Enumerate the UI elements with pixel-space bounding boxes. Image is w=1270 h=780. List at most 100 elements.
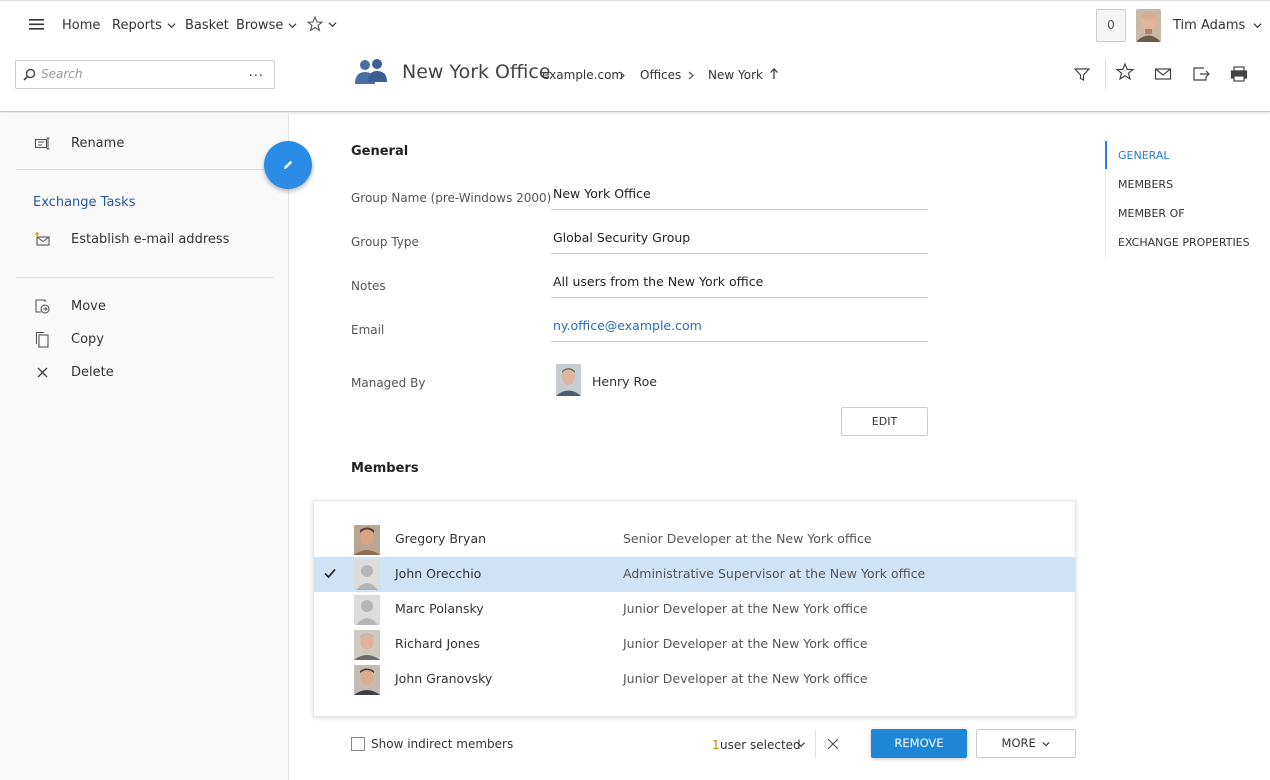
delete-action[interactable]: Delete — [0, 357, 289, 387]
search-options-button[interactable]: ... — [249, 65, 264, 80]
more-button-label: MORE — [1001, 736, 1036, 750]
user-name: Tim Adams — [1173, 18, 1246, 33]
field-label: Group Name (pre-Windows 2000) — [351, 191, 552, 205]
breadcrumb-item[interactable]: New York — [708, 68, 763, 82]
move-label: Move — [71, 298, 106, 314]
copy-label: Copy — [71, 331, 104, 347]
section-nav-members[interactable]: MEMBERS — [1118, 178, 1173, 191]
members-heading: Members — [351, 461, 419, 476]
remove-button[interactable]: REMOVE — [871, 729, 967, 758]
group-type-field: Global Security Group — [551, 230, 928, 254]
nav-home[interactable]: Home — [62, 18, 100, 33]
nav-browse-label: Browse — [236, 18, 284, 33]
filter-icon[interactable] — [1072, 64, 1092, 84]
nav-reports[interactable]: Reports — [112, 18, 176, 33]
selected-count: 1 — [712, 738, 720, 752]
rename-action[interactable]: Rename — [0, 128, 289, 158]
member-name: John Orecchio — [395, 566, 482, 581]
divider — [16, 169, 273, 170]
manager-avatar[interactable] — [556, 364, 581, 396]
table-row[interactable]: John Granovsky Junior Developer at the N… — [314, 662, 1075, 697]
delete-label: Delete — [71, 364, 114, 380]
search-icon — [23, 68, 36, 81]
checkmark-icon — [324, 568, 336, 579]
chevron-down-icon[interactable] — [796, 740, 806, 749]
members-list: Gregory Bryan Senior Developer at the Ne… — [313, 500, 1076, 717]
member-avatar — [354, 560, 380, 590]
move-icon — [35, 299, 50, 314]
exchange-tasks-heading: Exchange Tasks — [33, 195, 136, 210]
chevron-down-icon — [1042, 741, 1051, 746]
nav-favorites[interactable] — [307, 16, 337, 32]
group-icon — [355, 59, 387, 84]
chevron-right-icon — [619, 71, 625, 80]
member-avatar — [354, 525, 380, 555]
rename-icon — [34, 137, 50, 150]
search-box[interactable]: ... — [15, 60, 275, 89]
table-row[interactable]: Gregory Bryan Senior Developer at the Ne… — [314, 522, 1075, 557]
nav-browse[interactable]: Browse — [236, 18, 297, 33]
page-title: New York Office — [402, 61, 551, 83]
member-avatar — [354, 630, 380, 660]
nav-home-label: Home — [62, 18, 101, 33]
delete-icon — [37, 367, 48, 378]
star-icon — [307, 16, 323, 32]
edit-button[interactable]: EDIT — [841, 407, 928, 436]
table-row[interactable]: John Orecchio Administrative Supervisor … — [314, 557, 1075, 592]
menu-icon[interactable] — [29, 18, 44, 31]
search-input[interactable] — [41, 67, 241, 81]
clear-selection-icon[interactable] — [826, 737, 840, 751]
show-indirect-checkbox[interactable] — [351, 737, 365, 751]
edit-fab-button[interactable] — [264, 141, 312, 189]
copy-icon — [35, 331, 49, 348]
section-nav-exchange-properties[interactable]: EXCHANGE PROPERTIES — [1118, 236, 1250, 249]
star-icon[interactable] — [1115, 62, 1135, 82]
chevron-right-icon — [688, 71, 694, 80]
copy-action[interactable]: Copy — [0, 324, 289, 354]
export-icon[interactable] — [1191, 64, 1211, 84]
table-row[interactable]: Marc Polansky Junior Developer at the Ne… — [314, 592, 1075, 627]
user-avatar[interactable] — [1136, 9, 1161, 42]
show-indirect-label[interactable]: Show indirect members — [371, 737, 513, 751]
table-row[interactable]: Richard Jones Junior Developer at the Ne… — [314, 627, 1075, 662]
field-label: Group Type — [351, 235, 419, 249]
member-title: Junior Developer at the New York office — [623, 601, 868, 616]
more-button[interactable]: MORE — [976, 729, 1076, 758]
rename-label: Rename — [71, 135, 125, 151]
nav-basket-label: Basket — [185, 18, 229, 33]
breadcrumb-item[interactable]: example.com — [542, 68, 623, 82]
group-name-field: New York Office — [551, 186, 928, 210]
divider — [16, 277, 273, 278]
field-label: Notes — [351, 279, 386, 293]
chevron-down-icon — [1253, 23, 1262, 29]
member-name: Richard Jones — [395, 636, 480, 651]
email-link[interactable]: ny.office@example.com — [551, 318, 928, 342]
nav-reports-label: Reports — [112, 18, 162, 33]
notification-counter[interactable]: 0 — [1096, 9, 1126, 42]
establish-email-action[interactable]: Establish e-mail address — [0, 224, 289, 254]
new-mail-icon — [35, 232, 50, 246]
move-action[interactable]: Move — [0, 291, 289, 321]
print-icon[interactable] — [1229, 64, 1249, 84]
member-title: Administrative Supervisor at the New Yor… — [623, 566, 926, 581]
member-name: Marc Polansky — [395, 601, 484, 616]
member-name: John Granovsky — [395, 671, 493, 686]
section-nav-member-of[interactable]: MEMBER OF — [1118, 207, 1185, 220]
top-bar: Home Reports Basket Browse 0 Tim Adams .… — [0, 0, 1270, 112]
field-label: Email — [351, 323, 385, 337]
pencil-icon — [284, 160, 293, 169]
arrow-up-icon[interactable] — [769, 68, 779, 80]
chevron-down-icon — [288, 23, 297, 29]
member-title: Junior Developer at the New York office — [623, 636, 868, 651]
notes-field: All users from the New York office — [551, 274, 928, 298]
member-avatar — [354, 665, 380, 695]
section-nav-general[interactable]: GENERAL — [1118, 149, 1170, 162]
manager-name[interactable]: Henry Roe — [592, 374, 657, 389]
selected-label[interactable]: user selected — [720, 738, 801, 752]
member-name: Gregory Bryan — [395, 531, 487, 546]
mail-icon[interactable] — [1153, 64, 1173, 84]
breadcrumb-item[interactable]: Offices — [640, 68, 681, 82]
user-menu[interactable]: Tim Adams — [1173, 18, 1262, 33]
nav-basket[interactable]: Basket — [185, 18, 229, 33]
footer-divider — [815, 730, 816, 758]
